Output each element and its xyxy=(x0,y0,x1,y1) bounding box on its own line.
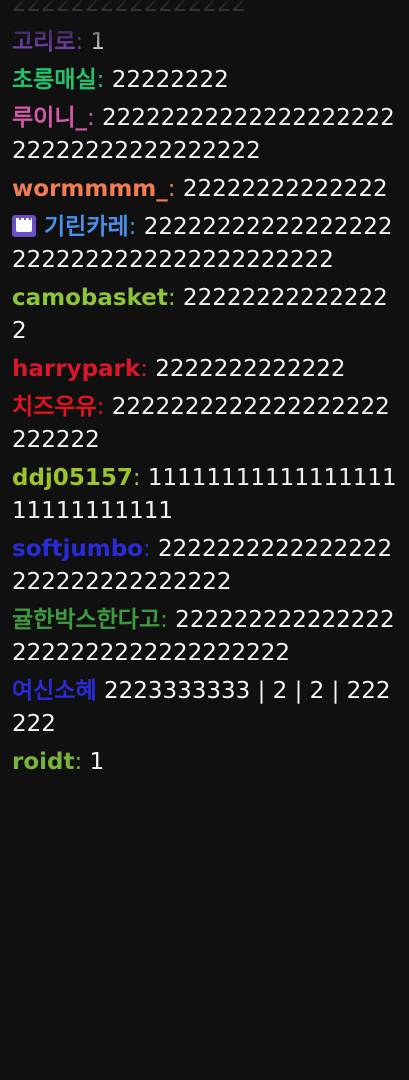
chat-message: 2222222222222222 xyxy=(12,0,399,21)
chat-message-text: 2222222222222222 xyxy=(12,0,247,17)
chat-separator: : xyxy=(160,607,168,633)
chat-panel: 2222222222222222 고리로: 1 초롱매실: 22222222 루이니_… xyxy=(0,0,409,1080)
chat-message: softjumbo: 22222222222222222222222222222… xyxy=(12,533,399,599)
chat-message: roidt: 1 xyxy=(12,746,399,779)
chat-message-text: 22222222 xyxy=(104,67,229,93)
chat-username[interactable]: softjumbo xyxy=(12,536,143,562)
chat-message-text: 22222222222222 xyxy=(175,176,388,202)
chat-username[interactable]: 귤한박스한다고 xyxy=(12,607,160,633)
chat-message: wormmmm_: 22222222222222 xyxy=(12,173,399,206)
chat-message: ddj05157: 1111111111111111111111111111 xyxy=(12,462,399,528)
chat-message: 루이니_: 2222222222222222222222222222222222… xyxy=(12,102,399,168)
chat-username[interactable]: harrypark xyxy=(12,356,140,382)
chat-separator: : xyxy=(142,536,151,562)
chat-separator: : xyxy=(140,356,148,382)
chat-message-text: 1 xyxy=(83,29,106,55)
chat-message-list: 2222222222222222 고리로: 1 초롱매실: 22222222 루이니_… xyxy=(12,0,399,779)
chat-username[interactable]: 기린카레 xyxy=(44,214,129,240)
chat-username[interactable]: ddj05157 xyxy=(12,465,133,491)
chat-username[interactable]: 루이니_ xyxy=(12,105,87,131)
chat-username[interactable]: 고리로 xyxy=(12,29,75,55)
chat-separator: : xyxy=(132,465,141,491)
chat-message: 여신소혜 2223333333 | 2 | 2 | 222222 xyxy=(12,675,399,741)
chat-message-text: 1 xyxy=(82,749,105,775)
chat-username[interactable]: 초롱매실 xyxy=(12,67,97,93)
chat-message: 고리로: 1 xyxy=(12,26,399,59)
chat-message: camobasket: 222222222222222 xyxy=(12,282,399,348)
chat-username[interactable]: roidt xyxy=(12,749,75,775)
chat-message: harrypark: 2222222222222 xyxy=(12,353,399,386)
chat-separator: : xyxy=(167,176,176,202)
chat-username[interactable]: 치즈우유 xyxy=(12,394,97,420)
chat-message: 치즈우유: 2222222222222222222222222 xyxy=(12,391,399,457)
chat-separator: : xyxy=(167,285,176,311)
chat-message: 귤한박스한다고: 2222222222222222222222222222222… xyxy=(12,604,399,670)
clapperboard-icon xyxy=(12,215,36,237)
chat-username[interactable]: wormmmm_ xyxy=(12,176,168,202)
chat-message: 초롱매실: 22222222 xyxy=(12,64,399,97)
chat-message-text: 2222222222222 xyxy=(147,356,346,382)
chat-message: 기린카레: 2222222222222222222222222222222222… xyxy=(12,211,399,277)
chat-separator: : xyxy=(86,105,95,131)
chat-username[interactable]: 여신소혜 xyxy=(12,678,97,704)
chat-username[interactable]: camobasket xyxy=(12,285,168,311)
